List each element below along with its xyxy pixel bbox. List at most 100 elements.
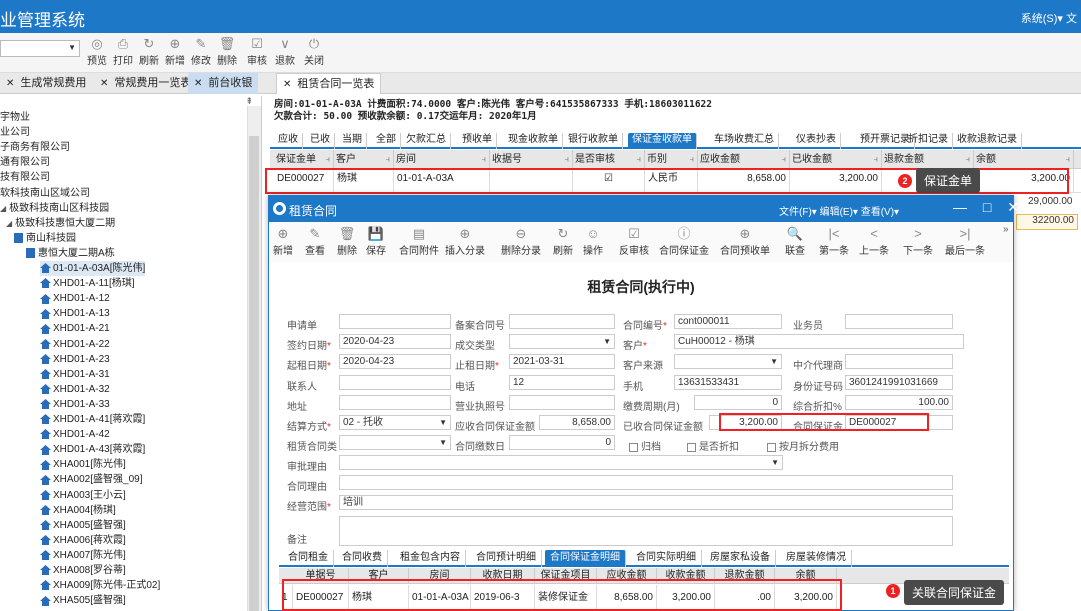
- tree-item[interactable]: 惠恒大厦二期A栋: [26, 246, 115, 261]
- archive-checkbox[interactable]: 归档: [629, 438, 661, 453]
- close-icon[interactable]: ✕: [283, 79, 291, 90]
- receipt-tab-10[interactable]: 仪表抄表: [792, 133, 841, 149]
- chevron-down-icon[interactable]: ▼: [770, 355, 778, 368]
- field-缴费周期(月)[interactable]: 0: [694, 395, 782, 410]
- filter-icon[interactable]: ⫞: [636, 150, 641, 169]
- modal-toolbar-button[interactable]: > 下一条: [903, 226, 933, 257]
- column-header[interactable]: 退款金额 ⫞: [882, 150, 974, 169]
- modal-toolbar-button[interactable]: ↻ 刷新: [553, 226, 573, 257]
- close-icon[interactable]: ✕: [6, 78, 14, 89]
- tree-item[interactable]: XHD01-A-11[杨琪]: [40, 276, 135, 291]
- tree-item[interactable]: XHA009[陈光伟-正式02]: [40, 578, 160, 593]
- tab-2[interactable]: ✕ 前台收银: [188, 73, 259, 94]
- field-备案合同号[interactable]: [509, 314, 615, 329]
- tree-item[interactable]: 业公司: [0, 125, 30, 140]
- filter-icon[interactable]: ⫞: [1065, 150, 1070, 169]
- field-签约日期[interactable]: 2020-04-23: [339, 334, 451, 349]
- chevron-down-icon[interactable]: ▼: [771, 456, 779, 469]
- tree-item[interactable]: 通有限公司: [0, 155, 50, 170]
- field-联系人[interactable]: [339, 375, 451, 390]
- field-结算方式[interactable]: 02 - 托收 ▼: [339, 415, 451, 430]
- discount-checkbox[interactable]: 是否折扣: [687, 438, 739, 453]
- tree-scroll-thumb[interactable]: [249, 136, 259, 611]
- modal-menu[interactable]: 文件(F)▾ 编辑(E)▾ 查看(V)▾: [779, 203, 899, 218]
- field-合同编号[interactable]: cont000011: [674, 314, 782, 329]
- window-controls[interactable]: — □ ✕: [953, 199, 1025, 216]
- tree-item[interactable]: XHA006[蒋欢霞]: [40, 533, 126, 548]
- tree-item[interactable]: XHA007[陈光伟]: [40, 548, 126, 563]
- column-header[interactable]: 应收金额 ⫞: [698, 150, 790, 169]
- modal-toolbar-button[interactable]: ✎ 查看: [305, 226, 325, 257]
- receipt-tab-3[interactable]: 全部: [372, 133, 401, 149]
- org-select[interactable]: ▼: [0, 40, 80, 57]
- toolbar-chevron-button[interactable]: ∨ 退款: [272, 35, 298, 67]
- tree-item[interactable]: XHA004[杨琪]: [40, 503, 116, 518]
- receipt-tab-2[interactable]: 当期: [338, 133, 367, 149]
- detail-tab-6[interactable]: 房屋家私设备: [705, 550, 776, 567]
- field-客户[interactable]: CuH00012 - 杨琪: [674, 334, 964, 349]
- modal-toolbar-button[interactable]: ⓘ 合同保证金: [659, 226, 709, 257]
- tree-item[interactable]: XHD01-A-42: [40, 427, 110, 442]
- column-header[interactable]: 是否审核 ⫞: [573, 150, 645, 169]
- detail-tab-1[interactable]: 合同收费: [337, 550, 388, 567]
- modal-toolbar-button[interactable]: ⊕ 插入分录: [445, 226, 485, 257]
- tree-item[interactable]: XHD01-A-22: [40, 337, 110, 352]
- tree-item[interactable]: XHA008[罗谷蒂]: [40, 563, 126, 578]
- receipt-tab-13[interactable]: 收款退款记录: [953, 133, 1022, 149]
- receipt-tab-5[interactable]: 预收单: [458, 133, 497, 149]
- receipt-tab-8[interactable]: 保证金收款单: [628, 133, 697, 149]
- field-综合折扣%[interactable]: 100.00: [845, 395, 953, 410]
- field-申请单[interactable]: [339, 314, 451, 329]
- chevron-down-icon[interactable]: ▼: [603, 335, 611, 348]
- field-应收合同保证金额[interactable]: 8,658.00: [539, 415, 615, 430]
- filter-icon[interactable]: ⫞: [481, 150, 486, 169]
- expand-icon[interactable]: ◢: [0, 201, 6, 216]
- modal-toolbar-button[interactable]: >| 最后一条: [945, 226, 985, 257]
- field-地址[interactable]: [339, 395, 451, 410]
- field-电话[interactable]: 12: [509, 375, 615, 390]
- close-icon[interactable]: ✕: [194, 78, 202, 89]
- receipt-tab-12[interactable]: 折扣记录: [904, 133, 953, 149]
- tree-item[interactable]: XHD01-A-31: [40, 367, 110, 382]
- tree-item[interactable]: XHA001[陈光伟]: [40, 457, 126, 472]
- receipt-tab-9[interactable]: 车场收费汇总: [710, 133, 779, 149]
- tree-item[interactable]: XHA002[盛智强_09]: [40, 472, 143, 487]
- modal-toolbar-button[interactable]: ☺ 操作: [583, 226, 603, 257]
- tree-item[interactable]: XHD01-A-41[蒋欢霞]: [40, 412, 145, 427]
- tab-1[interactable]: ✕ 常规费用一览表: [94, 73, 197, 94]
- toolbar-edit-button[interactable]: ✎ 修改: [188, 35, 214, 67]
- field-合同缴数日[interactable]: 0: [509, 435, 615, 450]
- detail-tab-5[interactable]: 合同实际明细: [631, 550, 702, 567]
- field-经营范围[interactable]: 培训: [339, 495, 953, 510]
- chevron-down-icon[interactable]: ▼: [439, 436, 447, 449]
- tree-item[interactable]: 技有限公司: [0, 170, 50, 185]
- toolbar-power-button[interactable]: ⏻ 关闭: [301, 35, 327, 67]
- filter-icon[interactable]: ⫞: [385, 150, 390, 169]
- receipt-tab-0[interactable]: 应收: [274, 133, 303, 149]
- modal-toolbar-button[interactable]: 🔍 联查: [785, 226, 805, 257]
- modal-toolbar-button[interactable]: |< 第一条: [819, 226, 849, 257]
- toolbar-add-button[interactable]: ⊕ 新增: [162, 35, 188, 67]
- column-header[interactable]: 客户 ⫞: [334, 150, 394, 169]
- receipt-tab-1[interactable]: 已收: [306, 133, 335, 149]
- detail-tab-7[interactable]: 房屋装修情况: [781, 550, 852, 567]
- tab-3[interactable]: ✕ 租赁合同一览表: [276, 73, 382, 94]
- tree-item[interactable]: XHD01-A-21: [40, 321, 110, 336]
- field-合同理由[interactable]: [339, 475, 953, 490]
- column-header[interactable]: 房间 ⫞: [394, 150, 490, 169]
- column-header[interactable]: 收据号 ⫞: [490, 150, 573, 169]
- tree-item[interactable]: XHD01-A-32: [40, 382, 110, 397]
- system-menu[interactable]: 系统(S)▾ 文: [1021, 10, 1077, 26]
- field-止租日期[interactable]: 2021-03-31: [509, 354, 615, 369]
- modal-toolbar-button[interactable]: ⊖ 删除分录: [501, 226, 541, 257]
- monthly-split-checkbox[interactable]: 按月拆分费用: [767, 438, 839, 453]
- field-起租日期[interactable]: 2020-04-23: [339, 354, 451, 369]
- tree-item[interactable]: XHD01-A-23: [40, 352, 110, 367]
- receipt-tab-6[interactable]: 现金收款单: [504, 133, 563, 149]
- column-header[interactable]: 已收金额 ⫞: [790, 150, 882, 169]
- filter-icon[interactable]: ⫞: [965, 150, 970, 169]
- tree-item[interactable]: 南山科技园: [14, 231, 76, 246]
- tree-item[interactable]: XHD01-A-33: [40, 397, 110, 412]
- modal-toolbar-button[interactable]: ⊕ 合同预收单: [720, 226, 770, 257]
- tree-item[interactable]: XHA003[王小云]: [40, 488, 126, 503]
